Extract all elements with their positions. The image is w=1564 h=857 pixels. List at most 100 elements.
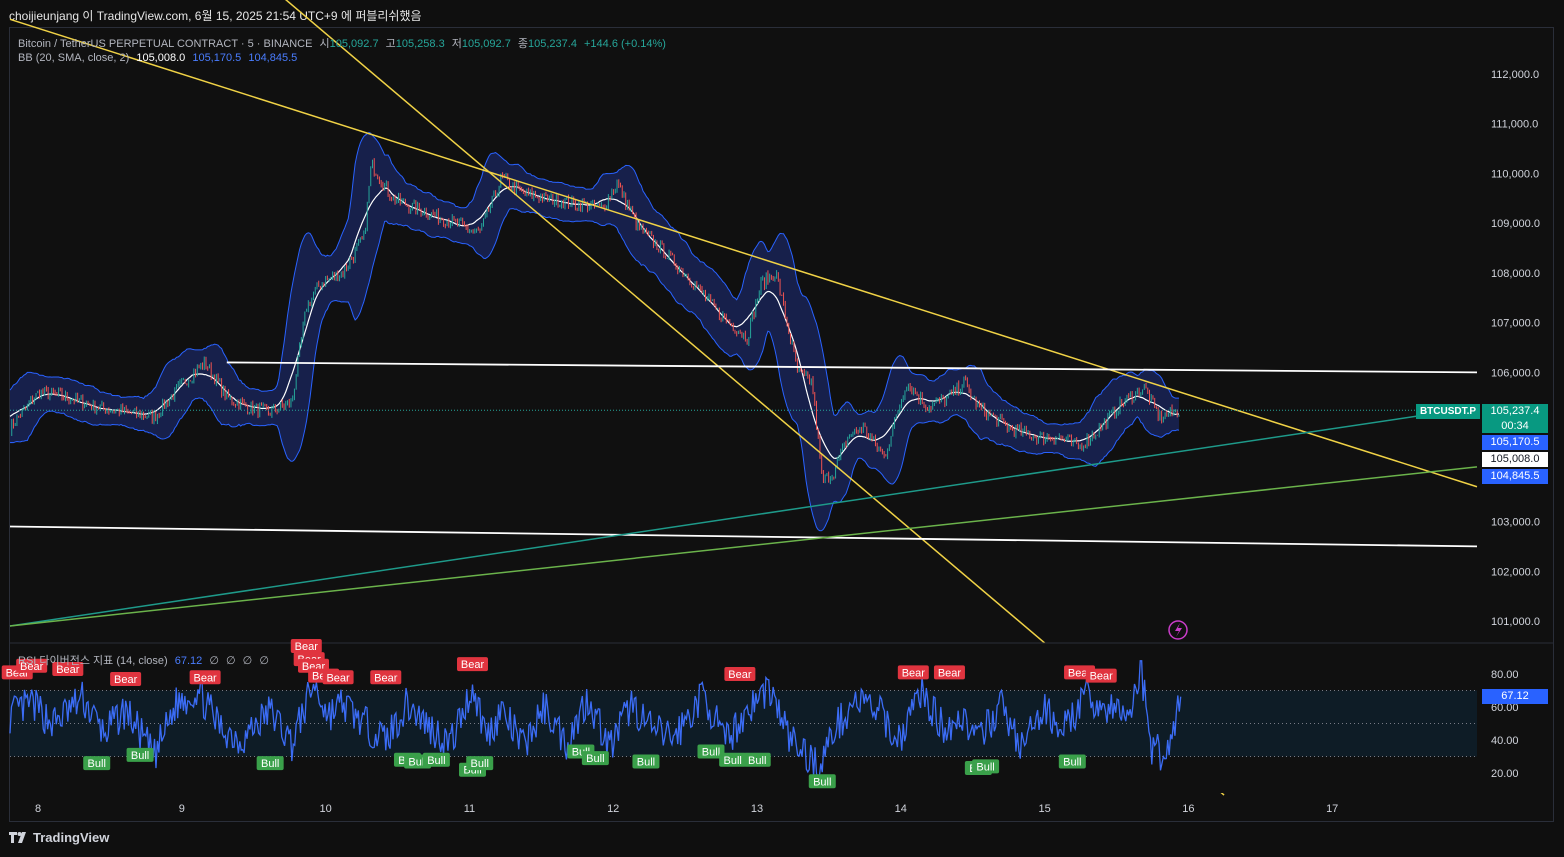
tradingview-brand[interactable]: TradingView <box>9 830 109 845</box>
divergence-label-text: Bull <box>748 755 766 767</box>
divergence-label-text: Bear <box>1090 671 1114 683</box>
rsi-value-tag: 67.12 <box>1482 689 1548 704</box>
misc-marks <box>1168 620 1188 640</box>
divergence-label-text: Bear <box>902 667 926 679</box>
divergence-label-text: Bull <box>586 753 604 765</box>
price-tick-label: 108,000.0 <box>1491 268 1540 280</box>
divergence-label-text: Bull <box>427 755 445 767</box>
price-tick-label: 110,000.0 <box>1491 168 1539 180</box>
divergence-label-text: Bull <box>471 758 489 770</box>
rsi-tick-label: 40.00 <box>1491 735 1519 747</box>
bb-legend: BB (20, SMA, close, 2) 105,008.0 105,170… <box>18 52 301 64</box>
bull-divergence-label: Bull <box>972 759 1000 774</box>
divergence-label-text: Bear <box>114 674 138 686</box>
rsi-toggle-2[interactable]: ∅ <box>226 655 236 667</box>
price-tick-label: 107,000.0 <box>1491 318 1540 330</box>
rsi-toggle-1[interactable]: ∅ <box>209 655 219 667</box>
bull-divergence-label: Bull <box>581 751 609 766</box>
tradingview-logo-icon <box>9 832 26 843</box>
bear-divergence-label: Bear <box>290 638 322 653</box>
rsi-label[interactable]: RSI 다이버전스 지표 (14, close) <box>18 655 168 667</box>
trendline-white[interactable] <box>9 525 1478 548</box>
high-value: 105,258.3 <box>395 38 445 50</box>
divergence-label-text: Bull <box>813 776 831 788</box>
bear-divergence-label: Bear <box>189 670 221 685</box>
bear-divergence-label: Bear <box>370 670 402 685</box>
change-value: +144.6 (+0.14%) <box>584 38 666 50</box>
time-tick-label: 9 <box>179 803 185 815</box>
close-label: 종 <box>517 38 528 50</box>
tradingview-wordmark: TradingView <box>33 830 110 845</box>
last-price-box: 105,237.4 00:34 <box>1482 404 1548 433</box>
time-tick-label: 11 <box>464 803 475 815</box>
rsi-toggle-4[interactable]: ∅ <box>259 655 269 667</box>
bear-divergence-label: Bear <box>933 665 965 680</box>
trendline-green[interactable] <box>9 466 1478 627</box>
time-tick-label: 8 <box>35 803 41 815</box>
bb-lower-tag: 104,845.5 <box>1482 469 1548 484</box>
bb-label[interactable]: BB (20, SMA, close, 2) <box>18 52 129 64</box>
divergence-label-text: Bull <box>702 747 720 759</box>
trendline-teal[interactable] <box>9 406 1478 627</box>
time-tick-label: 13 <box>751 803 763 815</box>
divergence-label-text: Bear <box>461 659 485 671</box>
price-tick-label: 102,000.0 <box>1491 566 1540 578</box>
bb-lower-value: 104,845.5 <box>248 52 298 64</box>
divergence-label-text: Bear <box>728 669 752 681</box>
bollinger-bands <box>9 131 1180 532</box>
divergence-label-text: Bear <box>326 672 350 684</box>
trendline-white[interactable] <box>226 361 1478 374</box>
bull-divergence-label: Bull <box>808 774 836 789</box>
close-value: 105,237.4 <box>528 38 577 50</box>
bear-divergence-label: Bear <box>897 665 929 680</box>
bull-divergence-label: Bull <box>422 752 450 767</box>
open-label: 시 <box>319 38 330 50</box>
time-tick-label: 10 <box>319 803 331 815</box>
time-axis: 8 9 10 11 12 13 14 15 16 17 <box>35 803 1338 815</box>
bear-divergence-label: Bear <box>1085 668 1117 683</box>
bull-divergence-label: Bull <box>743 752 771 767</box>
bb-basis-tag: 105,008.0 <box>1482 452 1548 467</box>
countdown: 00:34 <box>1501 420 1529 432</box>
divergence-label-text: Bull <box>88 758 106 770</box>
divergence-label-text: Bull <box>976 761 994 773</box>
divergence-label-text: Bear <box>193 672 217 684</box>
price-tick-label: 103,000.0 <box>1491 517 1540 529</box>
rsi-toggle-3[interactable]: ∅ <box>243 655 253 667</box>
bb-fill <box>10 132 1179 531</box>
rsi-value: 67.12 <box>174 655 203 667</box>
bull-divergence-label: Bull <box>466 756 494 771</box>
bb-upper-value: 105,170.5 <box>192 52 242 64</box>
rsi-legend: RSI 다이버전스 지표 (14, close) 67.12 ∅ ∅ ∅ ∅ <box>18 652 273 668</box>
bear-divergence-label: Bear <box>457 657 489 672</box>
high-label: 고 <box>385 38 396 50</box>
bull-divergence-label: Bull <box>256 756 284 771</box>
time-tick-label: 16 <box>1182 803 1194 815</box>
divergence-label-text: Bull <box>723 755 741 767</box>
bull-divergence-label: Bull <box>1058 754 1086 769</box>
bb-upper-tag: 105,170.5 <box>1482 435 1548 450</box>
symbol-name[interactable]: Bitcoin / TetherUS PERPETUAL CONTRACT · … <box>18 38 312 50</box>
symbol-legend: Bitcoin / TetherUS PERPETUAL CONTRACT · … <box>18 35 670 51</box>
lightning-icon[interactable] <box>1168 620 1188 640</box>
bear-divergence-label: Bear <box>724 667 756 681</box>
time-tick-label: 17 <box>1326 803 1338 815</box>
price-tick-label: 109,000.0 <box>1491 218 1540 230</box>
divergence-label-text: Bear <box>938 667 962 679</box>
time-tick-label: 12 <box>607 803 619 815</box>
symbol-price-tag: BTCUSDT.P <box>1416 404 1480 419</box>
time-tick-label: 14 <box>895 803 907 815</box>
bear-divergence-label: Bear <box>322 670 354 685</box>
lightning-icon-bolt <box>1175 623 1182 637</box>
chart-canvas[interactable]: 112,000.0 111,000.0 110,000.0 109,000.0 108,… <box>0 0 1564 857</box>
price-axis: 112,000.0 111,000.0 110,000.0 109,000.0 108,… <box>1491 69 1540 628</box>
price-tick-label: 101,000.0 <box>1491 616 1540 628</box>
last-price: 105,237.4 <box>1490 405 1540 417</box>
open-value: 105,092.7 <box>329 38 379 50</box>
low-label: 저 <box>451 38 462 50</box>
price-tick-label: 106,000.0 <box>1491 367 1540 379</box>
divergence-label-text: Bull <box>131 750 149 762</box>
divergence-label-text: Bear <box>295 641 319 653</box>
low-value: 105,092.7 <box>461 38 511 50</box>
divergence-label-text: Bull <box>1063 756 1081 768</box>
